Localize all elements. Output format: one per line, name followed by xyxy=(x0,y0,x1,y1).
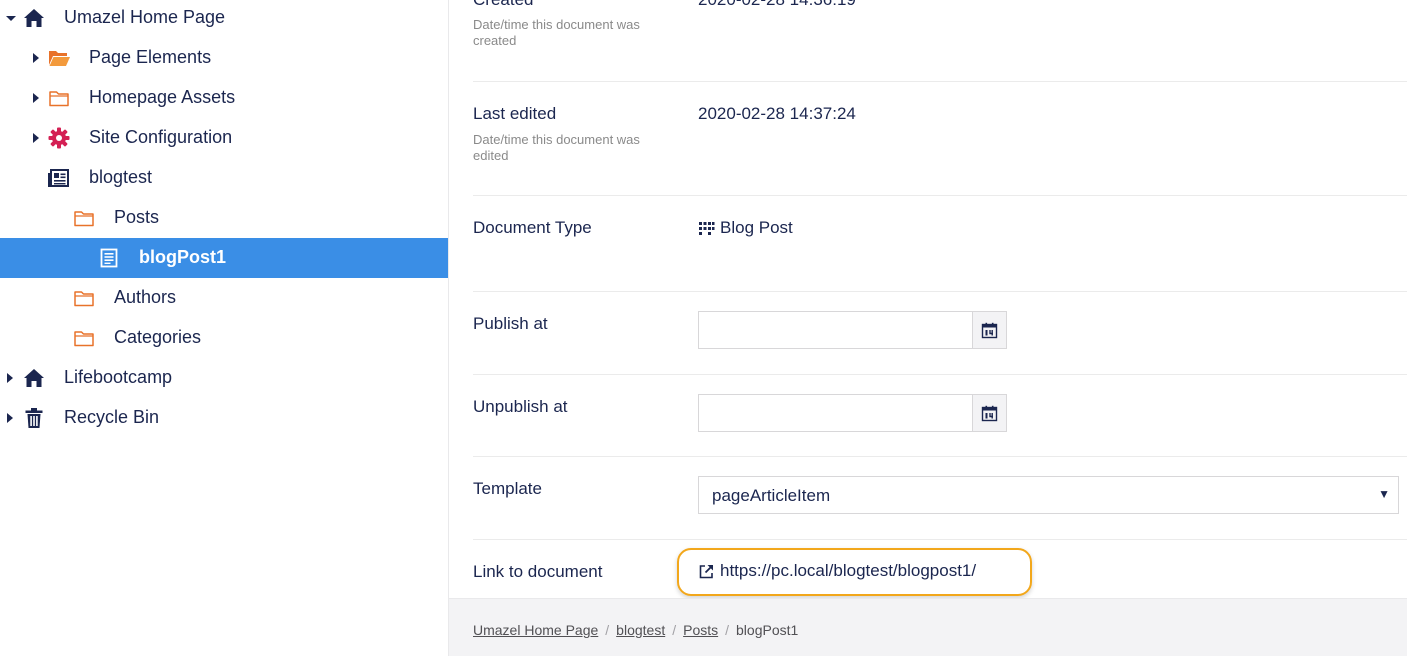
editor-footer: Umazel Home Page / blogtest / Posts / bl… xyxy=(449,598,1407,656)
trash-icon xyxy=(25,408,43,428)
publish-at-input[interactable] xyxy=(699,312,973,348)
doctype-grid-icon xyxy=(699,221,715,235)
template-selected-value: pageArticleItem xyxy=(712,486,831,505)
publish-at-calendar-button[interactable] xyxy=(973,312,1006,348)
tree-item-categories[interactable]: Categories xyxy=(0,318,448,358)
tree-item-label: Authors xyxy=(114,287,177,307)
gear-icon xyxy=(48,127,70,149)
folder-icon xyxy=(74,291,94,307)
caret-down-icon[interactable] xyxy=(4,11,18,25)
property-unpublish-at: Unpublish at xyxy=(473,375,1407,457)
property-created: Created Date/time this document was crea… xyxy=(473,0,1407,82)
tree-item-label: blogtest xyxy=(89,167,153,187)
property-description: Date/time this document was edited xyxy=(473,132,640,163)
template-select[interactable]: pageArticleItem ▼ xyxy=(698,476,1399,514)
document-type-label: Blog Post xyxy=(720,218,793,237)
property-template: Template pageArticleItem ▼ xyxy=(473,457,1407,540)
folder-icon xyxy=(49,91,69,107)
created-date-value: 2020-02-28 14:36:19 xyxy=(698,0,856,10)
dropdown-arrow-icon: ▼ xyxy=(1378,487,1390,501)
external-link-icon xyxy=(699,564,714,578)
tree-item-lifebootcamp[interactable]: Lifebootcamp xyxy=(0,358,448,398)
document-link[interactable]: https://pc.local/blogtest/blogpost1/ xyxy=(698,561,976,581)
tree-item-label: Site Configuration xyxy=(89,127,233,147)
tree-item-umazel-home-page[interactable]: Umazel Home Page xyxy=(0,0,448,38)
property-last-edited: Last edited Date/time this document was … xyxy=(473,82,1407,196)
tree-item-page-elements[interactable]: Page Elements xyxy=(0,38,448,78)
breadcrumb-current: blogPost1 xyxy=(736,622,799,638)
breadcrumb-separator: / xyxy=(672,622,677,638)
tree-item-site-configuration[interactable]: Site Configuration xyxy=(0,118,448,158)
calendar-icon xyxy=(981,405,998,421)
home-icon xyxy=(24,9,44,27)
breadcrumb-item-umazel-home-page[interactable]: Umazel Home Page xyxy=(473,622,598,638)
caret-right-icon[interactable] xyxy=(29,51,43,65)
breadcrumb-separator: / xyxy=(605,622,610,638)
tree-item-authors[interactable]: Authors xyxy=(0,278,448,318)
folder-icon xyxy=(74,211,94,227)
tree-item-label: Posts xyxy=(114,207,160,227)
breadcrumb-item-posts[interactable]: Posts xyxy=(683,622,718,638)
property-label: Link to document xyxy=(473,562,603,581)
caret-right-icon[interactable] xyxy=(3,371,17,385)
tree-item-homepage-assets[interactable]: Homepage Assets xyxy=(0,78,448,118)
property-publish-at: Publish at xyxy=(473,292,1407,375)
tree-item-label: Page Elements xyxy=(89,47,212,67)
publish-at-datepicker xyxy=(698,311,1007,349)
property-label: Template xyxy=(473,479,542,498)
property-label: Publish at xyxy=(473,314,548,333)
document-info-panel: Created Date/time this document was crea… xyxy=(449,0,1407,598)
tree-item-blogpost1[interactable]: blogPost1 xyxy=(0,238,448,278)
property-description: Date/time this document was created xyxy=(473,17,640,48)
property-label: Last edited xyxy=(473,104,557,123)
tree-item-label: Umazel Home Page xyxy=(64,7,226,27)
tree-item-label: Homepage Assets xyxy=(89,87,236,107)
property-label: Document Type xyxy=(473,218,592,237)
unpublish-at-calendar-button[interactable] xyxy=(973,395,1006,431)
tree-item-label: blogPost1 xyxy=(139,247,227,267)
tree-item-label: Recycle Bin xyxy=(64,407,160,427)
property-document-type: Document Type Blog Post xyxy=(473,196,1407,292)
breadcrumb-item-blogtest[interactable]: blogtest xyxy=(616,622,665,638)
breadcrumb-separator: / xyxy=(725,622,730,638)
calendar-icon xyxy=(981,322,998,338)
newspaper-icon xyxy=(48,169,69,187)
folder-open-icon xyxy=(49,51,70,66)
caret-right-icon[interactable] xyxy=(3,411,17,425)
tree-item-label: Categories xyxy=(114,327,202,347)
document-link-url: https://pc.local/blogtest/blogpost1/ xyxy=(720,561,977,580)
tree-item-posts[interactable]: Posts xyxy=(0,198,448,238)
content-tree: Umazel Home Page Page Elements Homepage … xyxy=(0,0,448,656)
caret-right-icon[interactable] xyxy=(29,91,43,105)
property-label: Created xyxy=(473,0,533,10)
home-icon xyxy=(24,369,44,387)
unpublish-at-datepicker xyxy=(698,394,1007,432)
tree-item-recycle-bin[interactable]: Recycle Bin xyxy=(0,398,448,438)
tree-item-label: Lifebootcamp xyxy=(64,367,173,387)
document-type-value[interactable]: Blog Post xyxy=(698,218,793,238)
property-label: Unpublish at xyxy=(473,397,568,416)
last-edited-date-value: 2020-02-28 14:37:24 xyxy=(698,104,856,123)
unpublish-at-input[interactable] xyxy=(699,395,973,431)
tree-item-blogtest[interactable]: blogtest xyxy=(0,158,448,198)
document-icon xyxy=(100,248,118,268)
caret-right-icon[interactable] xyxy=(29,131,43,145)
folder-icon xyxy=(74,331,94,347)
breadcrumb: Umazel Home Page / blogtest / Posts / bl… xyxy=(473,622,798,638)
